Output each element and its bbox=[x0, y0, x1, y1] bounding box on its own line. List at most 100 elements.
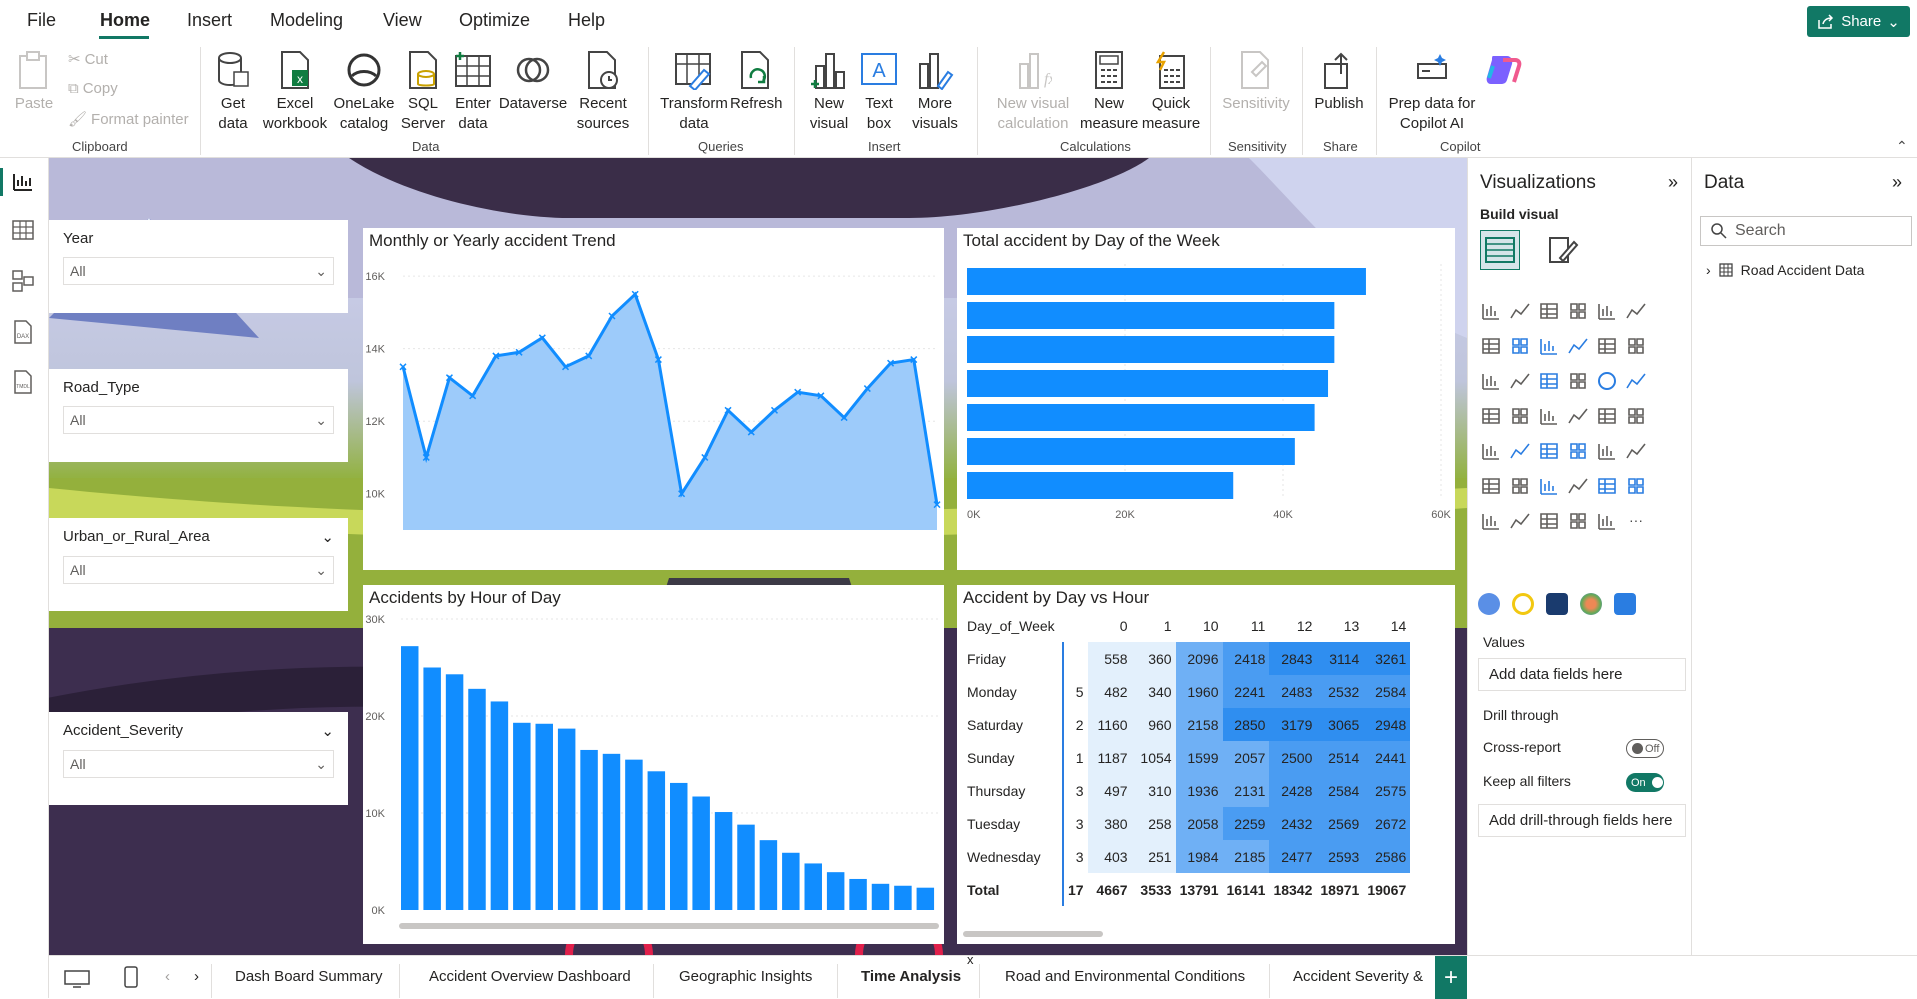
dax-query-view-icon[interactable]: DAX bbox=[12, 320, 34, 348]
slicer-dropdown[interactable]: All ⌄ bbox=[63, 257, 334, 285]
python-visual-icon[interactable] bbox=[1614, 593, 1636, 615]
matrix-visual-icon[interactable] bbox=[1623, 438, 1649, 464]
shape-map-visual-icon[interactable] bbox=[1565, 403, 1591, 429]
table-visual-icon[interactable] bbox=[1594, 438, 1620, 464]
column-header[interactable]: 0 bbox=[1088, 609, 1132, 642]
slicer-dropdown[interactable]: All ⌄ bbox=[63, 556, 334, 584]
format-visual-tab[interactable] bbox=[1546, 234, 1580, 272]
copy-button[interactable]: ⧉ Copy bbox=[68, 80, 118, 97]
copilot-button[interactable] bbox=[1480, 50, 1526, 94]
card-visual-icon[interactable] bbox=[1478, 438, 1504, 464]
stacked-area-visual-icon[interactable] bbox=[1536, 333, 1562, 359]
model-view-icon[interactable] bbox=[12, 270, 34, 296]
get-data-button[interactable]: Get data bbox=[208, 50, 258, 134]
r-script-visual-icon[interactable] bbox=[1478, 473, 1504, 499]
narrative-visual-icon[interactable] bbox=[1623, 473, 1649, 499]
collapse-pane-icon[interactable]: » bbox=[1668, 172, 1678, 193]
enter-data-button[interactable]: Enter data bbox=[450, 50, 496, 134]
keep-filters-toggle[interactable]: On bbox=[1626, 773, 1664, 792]
column-header[interactable]: 11 bbox=[1223, 609, 1270, 642]
new-visual-button[interactable]: New visual bbox=[804, 50, 854, 134]
map-visual-icon[interactable] bbox=[1507, 403, 1533, 429]
refresh-button[interactable]: Refresh bbox=[730, 50, 783, 114]
slicer-accident-severity[interactable]: Accident_Severity ⌄ All ⌄ bbox=[49, 712, 348, 805]
text-box-button[interactable]: A Text box bbox=[856, 50, 902, 134]
python-visual-icon[interactable] bbox=[1507, 473, 1533, 499]
power-automate-visual-icon[interactable] bbox=[1565, 508, 1591, 534]
paste-button[interactable]: Paste bbox=[14, 50, 54, 114]
scroll-right-icon[interactable]: › bbox=[194, 968, 199, 985]
sensitivity-button[interactable]: Sensitivity bbox=[1218, 50, 1294, 114]
mobile-layout-icon[interactable] bbox=[124, 966, 138, 988]
share-button[interactable]: Share ⌄ bbox=[1807, 6, 1910, 37]
column-header[interactable]: 1 bbox=[1132, 609, 1176, 642]
tab-time-analysis[interactable]: Time Analysis bbox=[861, 968, 961, 985]
treemap-visual-icon[interactable] bbox=[1478, 403, 1504, 429]
search-input[interactable]: Search bbox=[1700, 216, 1912, 246]
menu-file[interactable]: File bbox=[27, 10, 56, 31]
slicer-year[interactable]: Year All ⌄ bbox=[49, 220, 348, 313]
cut-button[interactable]: ✂ Cut bbox=[68, 50, 108, 69]
collapse-pane-icon[interactable]: » bbox=[1892, 172, 1902, 193]
stacked-column-visual-icon[interactable] bbox=[1507, 298, 1533, 324]
menu-optimize[interactable]: Optimize bbox=[459, 10, 530, 31]
line-stacked-visual-icon[interactable] bbox=[1623, 333, 1649, 359]
close-tab-icon[interactable]: x bbox=[967, 952, 974, 967]
waterfall-visual-icon[interactable] bbox=[1478, 368, 1504, 394]
tab-dash-board-summary[interactable]: Dash Board Summary bbox=[235, 968, 383, 985]
azure-map-visual-icon[interactable] bbox=[1594, 403, 1620, 429]
area-visual-icon[interactable] bbox=[1507, 333, 1533, 359]
scatter-visual-icon[interactable] bbox=[1565, 368, 1591, 394]
slicer-road-type[interactable]: Road_Type All ⌄ bbox=[49, 369, 348, 462]
slicer-dropdown[interactable]: All ⌄ bbox=[63, 406, 334, 434]
slicer-visual-icon[interactable] bbox=[1565, 438, 1591, 464]
column-header[interactable]: 14 bbox=[1363, 609, 1410, 642]
goals-visual-icon[interactable] bbox=[1478, 508, 1504, 534]
onelake-catalog-button[interactable]: OneLake catalog bbox=[330, 50, 398, 134]
menu-help[interactable]: Help bbox=[568, 10, 605, 31]
clustered-column-visual-icon[interactable] bbox=[1565, 298, 1591, 324]
line-visual-icon[interactable] bbox=[1478, 333, 1504, 359]
visual-day-of-week[interactable]: Total accident by Day of the Week 0K 20K 4… bbox=[957, 228, 1455, 570]
tab-accident-overview[interactable]: Accident Overview Dashboard bbox=[429, 968, 631, 985]
tab-road-environmental[interactable]: Road and Environmental Conditions bbox=[1005, 968, 1245, 985]
tab-accident-severity[interactable]: Accident Severity & bbox=[1293, 968, 1423, 985]
quick-measure-button[interactable]: Quick measure bbox=[1140, 50, 1202, 134]
metrics-visual-icon[interactable] bbox=[1594, 508, 1620, 534]
excel-workbook-button[interactable]: x Excel workbook bbox=[260, 50, 330, 134]
recent-sources-button[interactable]: Recent sources bbox=[570, 50, 636, 134]
clustered-bar-visual-icon[interactable] bbox=[1536, 298, 1562, 324]
power-apps-visual-icon[interactable] bbox=[1536, 508, 1562, 534]
slicer-dropdown[interactable]: All ⌄ bbox=[63, 750, 334, 778]
ribbon-visual-icon[interactable] bbox=[1565, 333, 1591, 359]
more-visuals-button[interactable]: More visuals bbox=[906, 50, 964, 134]
menu-modeling[interactable]: Modeling bbox=[270, 10, 343, 31]
add-page-button[interactable]: + bbox=[1435, 956, 1467, 999]
column-header[interactable]: 12 bbox=[1269, 609, 1316, 642]
format-painter-button[interactable]: 🖌 Format painter bbox=[68, 110, 189, 129]
slicer-urban-rural[interactable]: Urban_or_Rural_Area ⌄ All ⌄ bbox=[49, 518, 348, 611]
play-axis-icon[interactable] bbox=[1512, 593, 1534, 615]
table-road-accident-data[interactable]: › Road Accident Data bbox=[1706, 262, 1864, 278]
chevron-down-icon[interactable]: ⌄ bbox=[321, 722, 334, 740]
qa-visual-icon[interactable] bbox=[1594, 473, 1620, 499]
funnel-visual-icon[interactable] bbox=[1507, 368, 1533, 394]
report-view-icon[interactable] bbox=[12, 172, 34, 196]
100-column-visual-icon[interactable] bbox=[1623, 298, 1649, 324]
cross-report-toggle[interactable]: Off bbox=[1626, 739, 1664, 758]
100-bar-visual-icon[interactable] bbox=[1594, 298, 1620, 324]
custom-visual-icon[interactable] bbox=[1478, 593, 1500, 615]
chevron-down-icon[interactable]: ⌄ bbox=[321, 528, 334, 546]
donut-visual-icon[interactable] bbox=[1623, 368, 1649, 394]
menu-view[interactable]: View bbox=[383, 10, 422, 31]
funnel-alt-visual-icon[interactable] bbox=[1536, 368, 1562, 394]
more-visual-icon[interactable]: ··· bbox=[1623, 508, 1649, 534]
collapse-ribbon-icon[interactable]: ⌃ bbox=[1896, 138, 1908, 155]
row-header-label[interactable]: Day_of_Week bbox=[963, 609, 1088, 642]
line-column-visual-icon[interactable] bbox=[1594, 333, 1620, 359]
new-measure-button[interactable]: New measure bbox=[1080, 50, 1138, 134]
multi-card-visual-icon[interactable] bbox=[1507, 438, 1533, 464]
kpi-visual-icon[interactable] bbox=[1536, 438, 1562, 464]
menu-home[interactable]: Home bbox=[100, 10, 150, 31]
desktop-layout-icon[interactable] bbox=[64, 970, 90, 988]
